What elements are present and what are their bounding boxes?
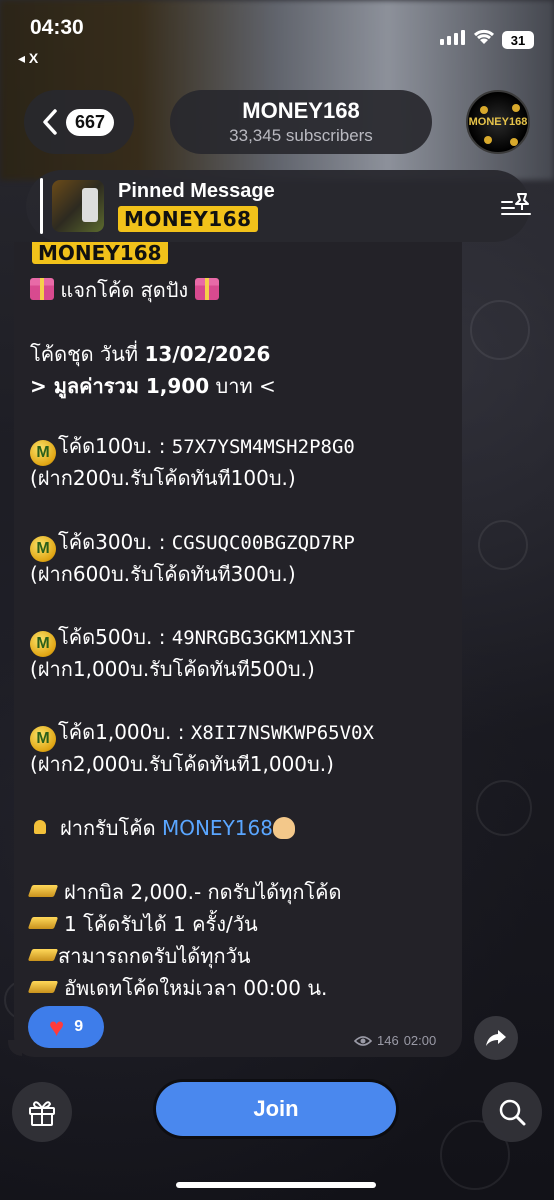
code-date: 13/02/2026 [144, 342, 271, 366]
back-to-app-link[interactable]: ◂ X [18, 50, 38, 67]
unpin-icon[interactable] [500, 192, 532, 220]
eye-icon [354, 1035, 372, 1046]
rule-line: สามารถกดรับได้ทุกวัน [27, 940, 251, 972]
promo-code[interactable]: 49NRGBG3GKM1XN3T [172, 627, 355, 649]
message-time: 02:00 [403, 1033, 437, 1048]
gold-bar-icon [27, 885, 59, 897]
promo-code[interactable]: CGSUQC00BGZQD7RP [172, 532, 355, 554]
total-line: > มูลค่ารวม 1,900 บาท < [30, 370, 276, 402]
back-chevron-icon [43, 109, 57, 135]
channel-title[interactable]: MONEY168 33,345 subscribers [170, 90, 432, 154]
code-label: โค้ด1,000บ. : [58, 720, 191, 744]
deposit-link[interactable]: MONEY168 [162, 816, 273, 840]
code-label: โค้ด100บ. : [58, 434, 172, 458]
deposit-line: ฝากรับโค้ด MONEY168 [30, 812, 295, 844]
promo-code[interactable]: X8II7NSWKWP65V0X [191, 722, 374, 744]
message-meta: 146 02:00 [354, 1033, 436, 1048]
gold-bar-icon [27, 917, 59, 929]
subscriber-count: 33,345 subscribers [229, 126, 373, 145]
gift-icon [194, 278, 219, 300]
back-button[interactable]: 667 [24, 90, 134, 154]
total-prefix: > มูลค่ารวม [30, 374, 146, 398]
code-condition: (ฝาก2,000บ.รับโค้ดทันที1,000บ.) [30, 752, 334, 776]
code-line-500: M โค้ด500บ. : 49NRGBG3GKM1XN3T [30, 621, 355, 657]
forward-icon [486, 1030, 506, 1046]
rule-line: 1 โค้ดรับได้ 1 ครั้ง/วัน [27, 908, 258, 940]
code-line-100: M โค้ด100บ. : 57X7YSM4MSH2P8G0 [30, 430, 355, 466]
rule-text: 1 โค้ดรับได้ 1 ครั้ง/วัน [64, 912, 258, 936]
date-prefix: โค้ดชุด วันที่ [30, 342, 145, 366]
channel-name: MONEY168 [242, 98, 360, 123]
code-label: โค้ด300บ. : [58, 530, 172, 554]
code-condition: (ฝาก600บ.รับโค้ดทันที300บ.) [30, 562, 296, 586]
code-line-300: M โค้ด300บ. : CGSUQC00BGZQD7RP [30, 526, 355, 562]
gift-button[interactable] [12, 1082, 72, 1142]
pinned-message-bar[interactable]: Pinned Message MONEY168 [26, 170, 532, 242]
clap-hand-icon [272, 817, 295, 839]
rule-text: สามารถกดรับได้ทุกวัน [58, 944, 251, 968]
rule-line: อัพเดทโค้ดใหม่เวลา 00:00 น. [27, 972, 328, 1004]
promo-code[interactable]: 57X7YSM4MSH2P8G0 [172, 436, 355, 458]
total-suffix: บาท < [209, 374, 276, 398]
message-logo: MONEY168 [32, 242, 168, 264]
message-headline-line: แจกโค้ด สุดปัง [30, 274, 219, 306]
date-line: โค้ดชุด วันที่ 13/02/2026 [30, 338, 270, 370]
reaction-count: 9 [74, 1018, 84, 1035]
gold-bar-icon [27, 981, 59, 993]
rule-text: อัพเดทโค้ดใหม่เวลา 00:00 น. [64, 976, 328, 1000]
code-condition: (ฝาก200บ.รับโค้ดทันที100บ.) [30, 466, 296, 490]
gold-bar-icon [27, 949, 59, 961]
code-label: โค้ด500บ. : [58, 625, 172, 649]
pinned-indicator [40, 178, 43, 234]
bell-icon [34, 820, 46, 834]
search-button[interactable] [482, 1082, 542, 1142]
channel-avatar[interactable]: MONEY168 [466, 90, 530, 154]
message-headline: แจกโค้ด สุดปัง [60, 278, 189, 302]
heart-reaction-button[interactable]: ♥ 9 [28, 1006, 104, 1048]
wifi-icon [473, 29, 495, 44]
rule-line: ฝากบิล 2,000.- กดรับได้ทุกโค้ด [27, 876, 342, 908]
gift-icon [30, 278, 54, 300]
rule-text: ฝากบิล 2,000.- กดรับได้ทุกโค้ด [64, 880, 342, 904]
search-icon [499, 1099, 526, 1126]
code-line-1000: M โค้ด1,000บ. : X8II7NSWKWP65V0X [30, 716, 374, 752]
total-value: 1,900 [145, 374, 210, 398]
battery-icon: 31 [502, 31, 534, 49]
pinned-preview: MONEY168 [118, 206, 258, 232]
join-channel-button[interactable]: Join [156, 1082, 396, 1136]
cellular-signal-icon [440, 30, 465, 45]
heart-icon: ♥ [48, 1012, 65, 1042]
status-time: 04:30 [30, 16, 84, 39]
code-condition: (ฝาก1,000บ.รับโค้ดทันที500บ.) [30, 657, 315, 681]
view-count: 146 [377, 1033, 399, 1048]
status-bar: 04:30 ◂ X 31 [0, 0, 554, 70]
pinned-thumbnail [52, 180, 104, 232]
gift-icon [29, 1101, 55, 1126]
pinned-title: Pinned Message [118, 180, 275, 202]
avatar-logo-text: MONEY168 [468, 116, 528, 128]
unread-count-badge: 667 [66, 108, 115, 136]
home-indicator[interactable] [176, 1182, 376, 1188]
deposit-prefix: ฝากรับโค้ด [60, 816, 162, 840]
forward-button[interactable] [474, 1016, 518, 1060]
